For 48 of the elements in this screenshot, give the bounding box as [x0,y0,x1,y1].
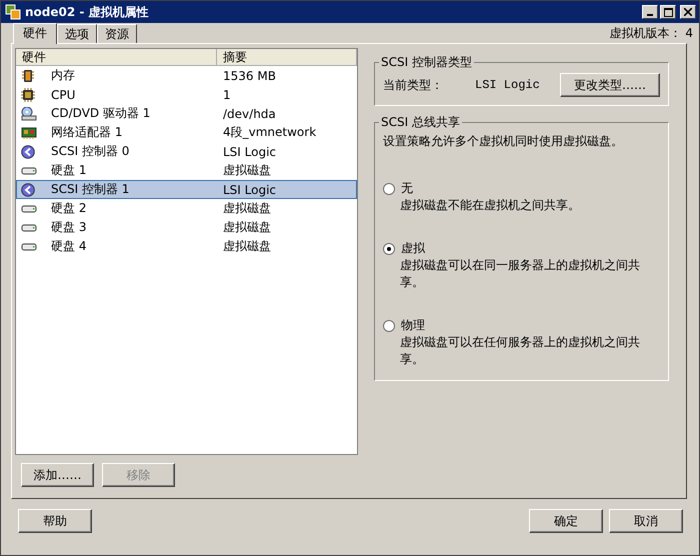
tab[interactable]: 资源 [97,24,137,43]
hardware-row[interactable]: SCSI 控制器 1 LSI Logic [16,180,357,199]
group-title: SCSI 控制器类型 [380,54,473,71]
hardware-row[interactable]: SCSI 控制器 0 LSI Logic [16,142,357,161]
maximize-icon [664,8,672,16]
close-button[interactable] [680,5,696,19]
radio-button[interactable] [383,182,395,194]
hardware-row[interactable]: 硬盘 3 虚拟磁盘 [16,218,357,237]
column-header[interactable]: 摘要 [217,49,357,65]
option-description: 虚拟磁盘不能在虚拟机之间共享。 [399,197,581,214]
maximize-button[interactable] [660,5,676,19]
option-label[interactable]: 无 [401,180,413,197]
hardware-row[interactable]: 网络适配器 1 4段_vmnetwork [16,123,357,142]
network-card-icon [21,126,37,140]
hardware-row[interactable]: 硬盘 4 虚拟磁盘 [16,237,357,256]
cpu-chip-icon [21,88,35,102]
change-type-button[interactable]: 更改类型…… [560,73,660,97]
hardware-row[interactable]: 硬盘 2 虚拟磁盘 [16,199,357,218]
type-value: LSI Logic [475,78,541,92]
vm-version-label: 虚拟机版本： 4 [610,24,693,42]
option-description: 虚拟磁盘可以在任何服务器上的虚拟机之间共享。 [399,334,640,368]
option-description: 虚拟磁盘可以在同一服务器上的虚拟机之间共享。 [399,257,640,291]
dialog-button[interactable]: 确定 [529,509,603,533]
cd-drive-icon [21,106,37,120]
dialog-button[interactable]: 取消 [609,509,683,533]
list-button[interactable]: 添加…… [21,463,94,487]
radio-button[interactable] [383,320,395,332]
group-title: SCSI 总线共享 [380,114,461,131]
help-button[interactable]: 帮助 [18,509,92,533]
hardware-row[interactable]: 硬盘 1 虚拟磁盘 [16,161,357,180]
option-label[interactable]: 虚拟 [401,240,425,257]
option-label[interactable]: 物理 [401,317,425,334]
hardware-row[interactable]: CD/DVD 驱动器 1 /dev/hda [16,104,357,123]
type-label: 当前类型： [383,76,444,94]
radio-button[interactable] [383,242,395,254]
minimize-button[interactable] [642,5,658,19]
app-logo-icon [5,4,21,20]
controller-icon [21,182,35,196]
hardware-row[interactable]: CPU 1 [16,85,357,104]
close-icon [684,8,692,16]
column-header[interactable]: 硬件 [16,49,217,65]
controller-icon [21,144,35,158]
memory-chip-icon [21,68,35,82]
description-text: 设置策略允许多个虚拟机同时使用虚拟磁盘。 [383,133,624,150]
window-title: node02 - 虚拟机属性 [25,4,149,20]
tab[interactable]: 硬件 [13,23,57,44]
hardware-row[interactable]: 内存 1536 MB [16,66,357,85]
tab[interactable]: 选项 [57,24,97,43]
